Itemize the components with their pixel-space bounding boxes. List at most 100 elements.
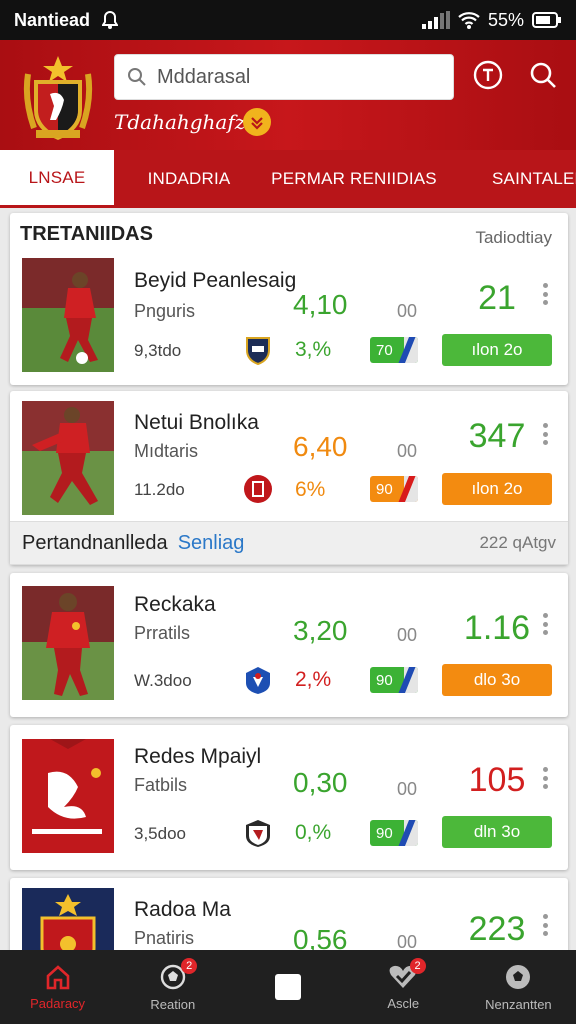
player-position: Prratils <box>134 623 191 643</box>
club-badge-icon <box>246 337 270 365</box>
player-score: 1.16 <box>463 609 531 647</box>
section-link[interactable]: Senliag <box>178 532 245 555</box>
nav-item-ascle[interactable]: Ascle 2 <box>346 950 461 1024</box>
search-input[interactable]: Mddarasal <box>157 66 250 89</box>
player-value: 3,5doo <box>134 824 186 843</box>
player-score: 105 <box>468 761 526 799</box>
rating-pill: 90 <box>370 820 418 846</box>
bet-button[interactable]: dln 3o <box>442 816 552 848</box>
more-options-icon[interactable] <box>543 283 549 305</box>
search-icon <box>128 68 146 86</box>
player-name: Reckaka <box>134 593 216 616</box>
odds-suffix: 00 <box>397 441 418 461</box>
section-title: Pertandnanlleda <box>22 531 168 554</box>
notification-badge: 2 <box>181 958 198 974</box>
player-odds: 3,20 <box>293 615 348 646</box>
player-photo <box>22 401 114 515</box>
notification-icon <box>102 11 119 29</box>
search-icon[interactable] <box>528 60 558 90</box>
player-percent: 6% <box>295 478 326 501</box>
rating-value: 90 <box>376 671 393 689</box>
player-score: 21 <box>478 279 516 317</box>
player-percent: 0,% <box>295 821 332 844</box>
section-subtitle[interactable]: Tadiodtiay <box>475 228 552 248</box>
more-options-icon[interactable] <box>543 423 549 445</box>
tab-lnsae[interactable]: LNSAE <box>0 150 114 208</box>
nav-label: Reation <box>150 996 196 1012</box>
player-card[interactable]: TRETANIIDAS Tadiodtiay Beyid Peanlesaig … <box>10 213 568 385</box>
player-photo <box>22 586 114 700</box>
battery-label: 55% <box>487 9 524 30</box>
header-subtitle: Tdahahghafz <box>114 110 246 134</box>
player-position: Mıdtaris <box>134 441 199 461</box>
player-card[interactable]: Redes Mpaiyl Fatbils 3,5doo 0,30 00 0,% … <box>10 725 568 870</box>
wifi-icon <box>458 12 480 29</box>
section-title: TRETANIIDAS <box>20 223 153 245</box>
club-crest-logo[interactable] <box>20 50 96 144</box>
battery-icon <box>532 12 561 28</box>
odds-suffix: 00 <box>397 779 418 799</box>
odds-suffix: 00 <box>397 625 418 645</box>
square-icon <box>275 974 301 1000</box>
jersey-photo <box>22 739 114 853</box>
player-odds: 4,10 <box>293 289 348 320</box>
player-percent: 2,% <box>295 668 332 691</box>
nav-label: Nenzantten <box>485 996 552 1012</box>
section-right-label[interactable]: 222 qAtgv <box>479 533 556 553</box>
player-value: W.3doo <box>134 671 192 690</box>
rating-value: 70 <box>376 341 393 359</box>
tab-bar: LNSAE INDADRIA PERMAR RENIIDIAS SAINTALE… <box>0 150 576 208</box>
profile-icon[interactable] <box>473 60 503 90</box>
search-bar[interactable]: Mddarasal <box>114 54 454 100</box>
nav-item-center[interactable] <box>230 950 345 1024</box>
chevron-down-icon <box>251 117 263 130</box>
status-bar: Nantiead 55% <box>0 0 576 40</box>
section-header: Pertandnanlleda Senliag 222 qAtgv <box>10 521 568 565</box>
player-position: Pnguris <box>134 301 196 321</box>
club-badge-icon <box>246 667 270 694</box>
nav-item-nenzantten[interactable]: Nenzantten <box>461 950 576 1024</box>
rating-pill: 90 <box>370 667 418 693</box>
player-odds: 6,40 <box>293 431 348 462</box>
club-badge-icon <box>246 820 270 847</box>
player-photo <box>22 258 114 372</box>
tab-permar-reniidias[interactable]: PERMAR RENIIDIAS <box>264 150 444 208</box>
player-value: 9,3tdo <box>134 341 182 360</box>
player-value: 11.2do <box>134 480 185 499</box>
carrier-label: Nantiead <box>14 9 91 30</box>
club-badge-icon <box>244 475 272 503</box>
tab-indadria[interactable]: INDADRIA <box>114 150 264 208</box>
nav-item-padaracy[interactable]: Padaracy <box>0 950 115 1024</box>
player-odds: 0,30 <box>293 767 348 798</box>
player-card[interactable]: Reckaka Prratils W.3doo 3,20 00 2,% 90 1… <box>10 573 568 717</box>
rating-value: 90 <box>376 480 393 498</box>
player-percent: 3,% <box>295 338 332 361</box>
bet-button[interactable]: dlo 3o <box>442 664 552 696</box>
nav-item-reation[interactable]: Reation 2 <box>115 950 230 1024</box>
player-name: Beyid Peanlesaig <box>134 269 297 292</box>
nav-label: Padaracy <box>30 995 86 1011</box>
odds-suffix: 00 <box>397 301 418 321</box>
player-name: Netui Bnolıka <box>134 411 259 434</box>
player-position: Fatbils <box>134 775 188 795</box>
rating-pill: 90 <box>370 476 418 502</box>
tab-saintaleb[interactable]: SAINTALEB <box>444 150 576 208</box>
player-score: 223 <box>468 910 526 948</box>
more-options-icon[interactable] <box>543 613 549 635</box>
more-options-icon[interactable] <box>543 767 549 789</box>
player-position: Pnatiris <box>134 928 195 948</box>
signal-icon <box>421 11 450 29</box>
nav-label: Ascle <box>387 995 420 1011</box>
app-header: Mddarasal Tdahahghafz <box>0 40 576 150</box>
ball-icon <box>506 964 531 989</box>
bet-button[interactable]: ılon 2o <box>442 334 552 366</box>
home-icon <box>46 964 69 989</box>
rating-value: 90 <box>376 824 393 842</box>
more-options-icon[interactable] <box>543 914 549 936</box>
player-name: Radoa Ma <box>134 898 231 921</box>
player-score: 347 <box>468 417 526 455</box>
subtitle-dropdown[interactable] <box>243 108 271 136</box>
rating-pill: 70 <box>370 337 418 363</box>
bottom-nav: Padaracy Reation 2 Ascle 2 Nenzantten <box>0 950 576 1024</box>
bet-button[interactable]: ılon 2o <box>442 473 552 505</box>
